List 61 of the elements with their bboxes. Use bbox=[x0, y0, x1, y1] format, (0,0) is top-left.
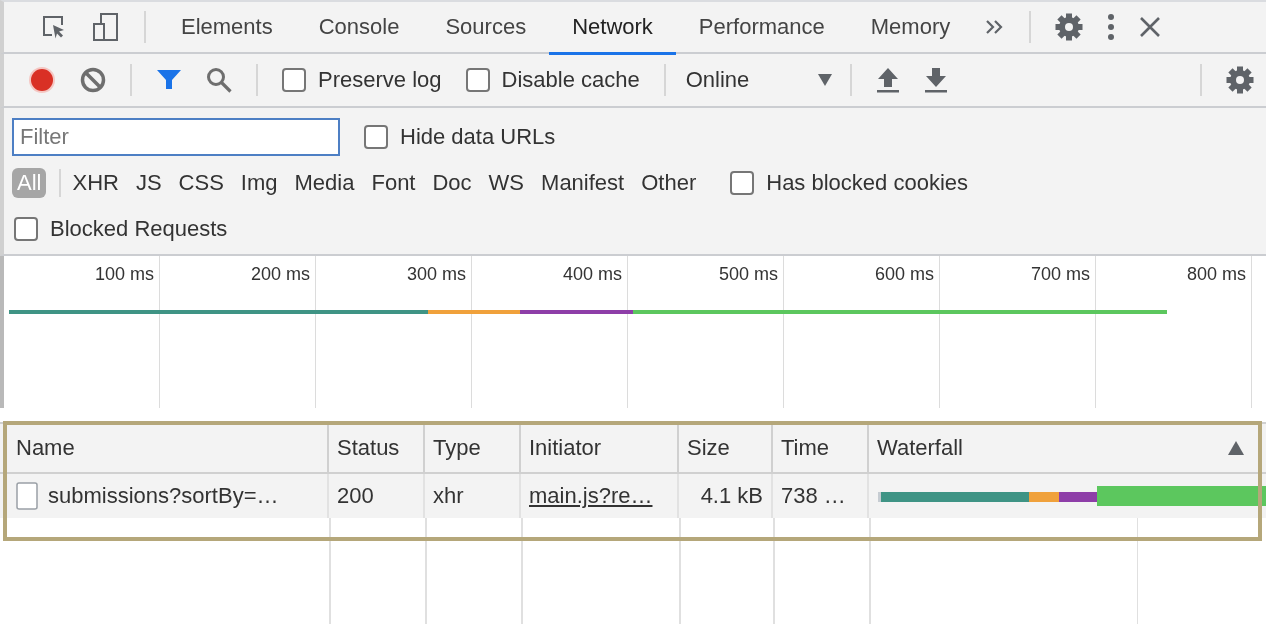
time-tick-label: 200 ms bbox=[250, 264, 310, 286]
column-header[interactable]: Time bbox=[773, 424, 869, 472]
throttling-dropdown[interactable]: Online bbox=[677, 67, 838, 93]
time-tick-label: 300 ms bbox=[406, 264, 466, 286]
dropdown-caret-icon bbox=[817, 74, 832, 86]
more-options-icon[interactable] bbox=[1107, 13, 1116, 41]
column-header[interactable]: Waterfall bbox=[869, 424, 1266, 472]
checkbox-label[interactable]: Has blocked cookies bbox=[766, 170, 969, 196]
panel-tab[interactable]: Console bbox=[295, 2, 423, 55]
checkbox[interactable] bbox=[364, 125, 388, 149]
initiator-link[interactable]: main.js?re… bbox=[529, 483, 653, 509]
time-tick-label: 100 ms bbox=[94, 264, 154, 286]
type-filter[interactable]: XHR bbox=[67, 168, 124, 198]
column-header[interactable]: Initiator bbox=[521, 424, 679, 472]
time-tick-label: 500 ms bbox=[718, 264, 778, 286]
checkbox[interactable] bbox=[730, 171, 755, 195]
type-filter[interactable]: Img bbox=[235, 168, 283, 198]
time-tick-label: 800 ms bbox=[1186, 264, 1246, 286]
filter-field[interactable]: Filter bbox=[12, 118, 340, 156]
clear-icon[interactable] bbox=[80, 67, 106, 93]
column-header[interactable]: Name bbox=[8, 424, 329, 472]
checkbox-label[interactable]: Preserve log bbox=[318, 67, 442, 93]
type-filter[interactable]: Manifest bbox=[536, 168, 630, 198]
column-header[interactable]: Size bbox=[679, 424, 773, 472]
upload-icon[interactable] bbox=[875, 67, 900, 93]
time-tick-label: 700 ms bbox=[1030, 264, 1090, 286]
type-filter[interactable]: Media bbox=[289, 168, 360, 198]
column-header[interactable]: Type bbox=[425, 424, 521, 472]
type-filter[interactable]: JS bbox=[130, 168, 167, 198]
panel-tab[interactable]: Performance bbox=[675, 2, 848, 55]
type-filter[interactable]: Doc bbox=[427, 168, 477, 198]
request-type: xhr bbox=[433, 483, 464, 509]
filter-icon[interactable] bbox=[156, 68, 182, 92]
checkbox[interactable] bbox=[465, 68, 490, 92]
settings-icon[interactable] bbox=[1226, 66, 1254, 94]
document-icon bbox=[16, 482, 38, 510]
panel-tab[interactable]: Memory bbox=[847, 2, 974, 55]
search-icon[interactable] bbox=[206, 67, 232, 93]
checkbox[interactable] bbox=[282, 68, 306, 92]
record-icon[interactable] bbox=[28, 66, 56, 94]
type-filter[interactable]: CSS bbox=[173, 168, 229, 198]
panel-tab[interactable]: Elements bbox=[158, 2, 296, 55]
device-toolbar-icon[interactable] bbox=[92, 12, 120, 42]
close-icon[interactable] bbox=[1139, 16, 1162, 38]
time-tick-label: 400 ms bbox=[562, 264, 622, 286]
response-size: 4.1 kB bbox=[700, 483, 763, 509]
checkbox-label[interactable]: Disable cache bbox=[501, 67, 640, 93]
status-code: 200 bbox=[337, 483, 374, 509]
panel-tab[interactable]: Sources bbox=[422, 2, 550, 55]
request-time: 738 … bbox=[781, 483, 846, 509]
type-filter[interactable]: Font bbox=[366, 168, 421, 198]
type-filter[interactable]: Other bbox=[636, 168, 702, 198]
type-filter[interactable]: WS bbox=[483, 168, 530, 198]
time-tick-label: 600 ms bbox=[874, 264, 934, 286]
checkbox-label[interactable]: Blocked Requests bbox=[50, 216, 228, 242]
checkbox[interactable] bbox=[14, 217, 38, 241]
settings-icon[interactable] bbox=[1055, 13, 1084, 41]
checkbox-label[interactable]: Hide data URLs bbox=[400, 124, 556, 150]
download-icon[interactable] bbox=[923, 67, 948, 93]
column-header[interactable]: Status bbox=[329, 424, 425, 472]
request-name[interactable]: submissions?sortBy=… bbox=[48, 483, 279, 509]
